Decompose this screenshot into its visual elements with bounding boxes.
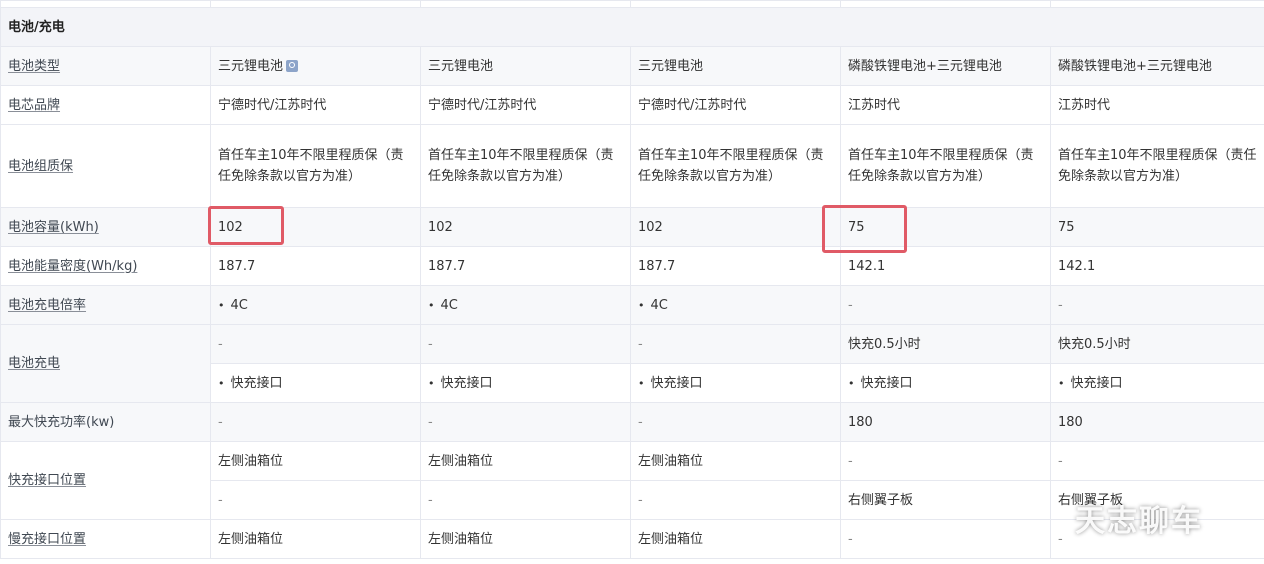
cell-value: -: [210, 480, 421, 520]
row-label-warranty[interactable]: 电池组质保: [8, 159, 73, 174]
cell-value: 磷酸铁锂电池+三元锂电池: [840, 46, 1051, 86]
cell-value: 宁德时代/江苏时代: [630, 85, 841, 125]
row-label-slow-port-position[interactable]: 慢充接口位置: [8, 532, 86, 547]
cell-value: 快充接口: [848, 376, 913, 391]
cell-value: 右侧翼子板: [840, 480, 1051, 520]
cell-value: 左侧油箱位: [630, 519, 841, 559]
cell-value: -: [1050, 441, 1264, 481]
cell-value: -: [210, 402, 421, 442]
section-header-row: 电池/充电: [0, 7, 1264, 47]
cell-value: -: [630, 324, 841, 364]
row-label-charging[interactable]: 电池充电: [8, 356, 60, 371]
row-label-capacity[interactable]: 电池容量(kWh): [8, 220, 99, 235]
cell-value: 江苏时代: [840, 85, 1051, 125]
spec-comparison-page: 电池/充电 电池类型 三元锂电池 三元锂电池 三元锂电池 磷酸铁锂电池+三元锂电…: [0, 0, 1264, 564]
row-label-energy-density[interactable]: 电池能量密度(Wh/kg): [8, 259, 137, 274]
cell-value: 左侧油箱位: [210, 441, 421, 481]
cell-value: 首任车主10年不限里程质保（责任免除条款以官方为准）: [420, 124, 631, 208]
search-icon[interactable]: [286, 60, 299, 72]
cell-value: 4C: [428, 298, 458, 313]
cell-value: -: [630, 480, 841, 520]
cell-value: 快充接口: [218, 376, 283, 391]
cell-value: 左侧油箱位: [630, 441, 841, 481]
cell-value: -: [210, 324, 421, 364]
cell-value: 宁德时代/江苏时代: [210, 85, 421, 125]
cell-value: 4C: [218, 298, 248, 313]
cell-value: 142.1: [1050, 246, 1264, 286]
cell-value: -: [420, 402, 631, 442]
cell-value: -: [1050, 285, 1264, 325]
table-row: 电池类型 三元锂电池 三元锂电池 三元锂电池 磷酸铁锂电池+三元锂电池 磷酸铁锂…: [0, 46, 1264, 86]
section-title: 电池/充电: [0, 7, 1264, 47]
table-row: 电池充电 - - - 快充0.5小时 快充0.5小时: [0, 324, 1264, 403]
row-label-battery-type[interactable]: 电池类型: [8, 59, 60, 74]
cell-value: 快充接口: [428, 376, 493, 391]
cell-value: 左侧油箱位: [420, 519, 631, 559]
watermark: 天志聊车: [1075, 504, 1203, 539]
cell-value: -: [420, 324, 631, 364]
cell-value: 三元锂电池: [630, 46, 841, 86]
cell-value: -: [630, 402, 841, 442]
cell-value: 102: [630, 207, 841, 247]
cell-value: 4C: [638, 298, 668, 313]
cell-value: -: [840, 441, 1051, 481]
row-label-cell-brand[interactable]: 电芯品牌: [8, 98, 60, 113]
highlight-box-capacity-102: [208, 206, 284, 245]
cell-value: 三元锂电池: [218, 58, 284, 74]
cell-value: 快充0.5小时: [840, 324, 1051, 364]
table-top-spacer: [0, 0, 1264, 8]
highlight-box-capacity-75: [822, 205, 907, 253]
cell-value: 江苏时代: [1050, 85, 1264, 125]
row-label-charge-rate[interactable]: 电池充电倍率: [8, 298, 86, 313]
cell-value: 宁德时代/江苏时代: [420, 85, 631, 125]
table-row: 电池组质保 首任车主10年不限里程质保（责任免除条款以官方为准） 首任车主10年…: [0, 124, 1264, 208]
row-label-fast-port-position[interactable]: 快充接口位置: [8, 473, 86, 488]
table-row: 电池能量密度(Wh/kg) 187.7 187.7 187.7 142.1 14…: [0, 246, 1264, 286]
cell-value: 180: [1050, 402, 1264, 442]
cell-value: 102: [420, 207, 631, 247]
spec-table: 电池/充电 电池类型 三元锂电池 三元锂电池 三元锂电池 磷酸铁锂电池+三元锂电…: [0, 0, 1264, 559]
cell-value: 187.7: [420, 246, 631, 286]
cell-value: 187.7: [630, 246, 841, 286]
cell-value: 磷酸铁锂电池+三元锂电池: [1050, 46, 1264, 86]
cell-value: 快充接口: [638, 376, 703, 391]
table-row: 最大快充功率(kw) - - - 180 180: [0, 402, 1264, 442]
table-row: 电池容量(kWh) 102 102 102 75 75: [0, 207, 1264, 247]
cell-value: 快充接口: [1058, 376, 1123, 391]
cell-value: 三元锂电池: [420, 46, 631, 86]
cell-value: 快充0.5小时: [1050, 324, 1264, 364]
cell-value: 75: [1050, 207, 1264, 247]
cell-value: -: [840, 519, 1051, 559]
cell-value: 180: [840, 402, 1051, 442]
cell-value: 首任车主10年不限里程质保（责任免除条款以官方为准）: [210, 124, 421, 208]
cell-value: 首任车主10年不限里程质保（责任免除条款以官方为准）: [1050, 124, 1264, 208]
cell-value: 187.7: [210, 246, 421, 286]
cell-value: 首任车主10年不限里程质保（责任免除条款以官方为准）: [840, 124, 1051, 208]
table-row: 电芯品牌 宁德时代/江苏时代 宁德时代/江苏时代 宁德时代/江苏时代 江苏时代 …: [0, 85, 1264, 125]
cell-value: -: [420, 480, 631, 520]
cell-value: 左侧油箱位: [420, 441, 631, 481]
cell-value: 首任车主10年不限里程质保（责任免除条款以官方为准）: [630, 124, 841, 208]
table-row: 电池充电倍率 4C 4C 4C - -: [0, 285, 1264, 325]
row-label-max-fast-power: 最大快充功率(kw): [8, 414, 115, 430]
table-row: 快充接口位置 左侧油箱位 左侧油箱位 左侧油箱位 - -: [0, 441, 1264, 520]
cell-value: -: [840, 285, 1051, 325]
cell-value: 左侧油箱位: [210, 519, 421, 559]
